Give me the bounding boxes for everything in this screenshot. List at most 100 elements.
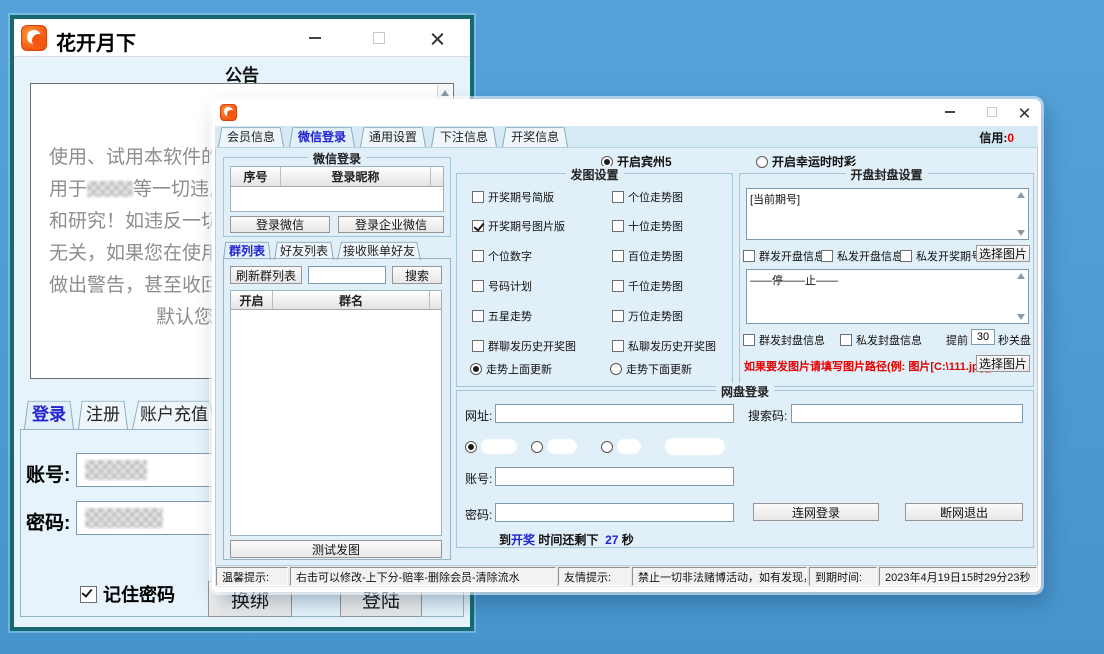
cb-group-open-message[interactable]: 群发开盘信息 [743, 248, 825, 264]
tab-member-info[interactable]: 会员信息 [218, 125, 284, 147]
redacted-password-value [85, 508, 163, 528]
status-tip1-label: 温馨提示: [216, 567, 288, 586]
refresh-group-list-button[interactable]: 刷新群列表 [230, 266, 302, 284]
close-button[interactable] [412, 19, 462, 57]
disconnect-exit-button[interactable]: 断网退出 [905, 503, 1023, 521]
wechat-login-group-title: 微信登录 [308, 150, 366, 167]
credit-label: 信用: [979, 131, 1007, 145]
countdown-draw-link[interactable]: 开奖 [511, 533, 535, 547]
cb-units-trend-image[interactable]: 个位走势图 [612, 189, 683, 205]
cb-hundreds-trend-image[interactable]: 百位走势图 [612, 248, 683, 264]
status-tip1-text: 右击可以修改-上下分-赔率-删除会员-清除流水 [290, 567, 556, 586]
radio-trend-update-top[interactable]: 走势上面更新 [470, 361, 552, 377]
wechat-account-table[interactable]: 序号 登录昵称 [230, 166, 444, 212]
checkbox-mark-icon [612, 191, 624, 203]
search-button[interactable]: 搜索 [392, 266, 442, 284]
column-header-enable[interactable]: 开启 [231, 291, 273, 309]
mode-radio-lucky-ssc[interactable]: 开启幸运时时彩 [756, 153, 856, 170]
close-message-text: ——停——止—— [750, 272, 838, 288]
checkbox-mark-icon [472, 191, 484, 203]
test-send-image-button[interactable]: 测试发图 [230, 540, 442, 558]
login-wechat-button[interactable]: 登录微信 [230, 216, 330, 233]
market-settings-group: 开盘封盘设置 [当前期号] 群发开盘信息 私发开盘信息 私发开奖期号 选择图片 … [739, 173, 1034, 387]
maximize-button[interactable] [972, 99, 1012, 125]
checkbox-mark-icon [472, 220, 484, 232]
cb-group-close-message[interactable]: 群发封盘信息 [743, 332, 825, 348]
arrow-up-icon [1017, 192, 1025, 198]
column-header-nickname[interactable]: 登录昵称 [281, 167, 431, 186]
cb-private-draw-number[interactable]: 私发开奖期号 [900, 248, 982, 264]
tab-bill-friends[interactable]: 接收账单好友 [337, 240, 421, 260]
open-message-textarea[interactable]: [当前期号] [746, 188, 1029, 240]
advance-seconds-input[interactable] [971, 329, 995, 345]
netdisk-login-group: 网盘登录 网址: 搜索码: 账号: 密码: 连网登录 断网退出 到开奖 时间还剩… [456, 390, 1034, 548]
column-header-blank [430, 291, 441, 309]
close-message-textarea[interactable]: ——停——止—— [746, 269, 1029, 324]
cb-private-close-message[interactable]: 私发封盘信息 [840, 332, 922, 348]
search-code-input[interactable] [791, 404, 1023, 423]
netdisk-source-radio-1[interactable] [465, 439, 517, 454]
radio-icon [601, 441, 613, 453]
radio-trend-update-bottom[interactable]: 走势下面更新 [610, 361, 692, 377]
cb-units-digit[interactable]: 个位数字 [472, 248, 532, 264]
minimize-button[interactable] [290, 19, 340, 57]
remember-password-checkbox[interactable]: 记住密码 [80, 581, 175, 607]
netdisk-source-radio-2[interactable] [531, 439, 577, 454]
wechat-login-group: 微信登录 序号 登录昵称 登录微信 登录企业微信 [223, 157, 451, 237]
main-content: 微信登录 序号 登录昵称 登录微信 登录企业微信 群列表 好友列表 接收账单好友… [215, 147, 1038, 566]
tab-friend-list[interactable]: 好友列表 [274, 240, 334, 260]
tab-register[interactable]: 注册 [78, 396, 128, 429]
connect-login-button[interactable]: 连网登录 [753, 503, 879, 521]
draw-countdown: 到开奖 时间还剩下 27 秒 [499, 531, 634, 548]
radio-icon [465, 441, 477, 453]
group-search-input[interactable] [308, 266, 386, 284]
tab-bet-info[interactable]: 下注信息 [431, 125, 497, 147]
radio-icon [470, 363, 482, 375]
choose-image-button-open[interactable]: 选择图片 [976, 245, 1030, 262]
netdisk-account-input[interactable] [495, 467, 734, 486]
column-header-group-name[interactable]: 群名 [273, 291, 430, 309]
checkbox-mark-icon [612, 250, 624, 262]
radio-icon [610, 363, 622, 375]
login-titlebar: 花开月下 [14, 19, 470, 57]
cb-draw-number-simple[interactable]: 开奖期号简版 [472, 189, 554, 205]
netdisk-password-label: 密码: [465, 506, 492, 523]
redacted-radio-label [617, 439, 641, 454]
column-header-index[interactable]: 序号 [231, 167, 281, 186]
tab-recharge[interactable]: 账户充值 [132, 396, 216, 429]
redacted-radio-label [665, 438, 725, 455]
tab-group-list[interactable]: 群列表 [223, 240, 271, 260]
app-logo-icon [220, 104, 237, 121]
cb-group-history-image[interactable]: 群聊发历史开奖图 [472, 338, 576, 354]
group-table[interactable]: 开启 群名 [230, 290, 442, 536]
close-button[interactable] [1010, 99, 1038, 125]
cb-private-history-image[interactable]: 私聊发历史开奖图 [612, 338, 716, 354]
checkbox-mark-icon [743, 334, 755, 346]
tab-draw-info[interactable]: 开奖信息 [502, 125, 568, 147]
tab-general-settings[interactable]: 通用设置 [360, 125, 426, 147]
countdown-prefix: 到 [499, 533, 511, 547]
redacted-radio-label [481, 439, 517, 454]
checkbox-mark-icon [612, 280, 624, 292]
checkbox-mark-icon [472, 250, 484, 262]
url-input[interactable] [495, 404, 734, 423]
arrow-up-icon [1017, 273, 1025, 279]
cb-tenthousands-trend-image[interactable]: 万位走势图 [612, 308, 683, 324]
cb-number-plan[interactable]: 号码计划 [472, 278, 532, 294]
netdisk-source-radio-3[interactable] [601, 439, 641, 454]
maximize-button[interactable] [354, 19, 404, 57]
choose-image-button-close[interactable]: 选择图片 [976, 355, 1030, 372]
redacted-radio-label [547, 439, 577, 454]
cb-draw-number-image[interactable]: 开奖期号图片版 [472, 218, 565, 234]
tab-login[interactable]: 登录 [24, 396, 74, 429]
cb-thousands-trend-image[interactable]: 千位走势图 [612, 278, 683, 294]
cb-tens-trend-image[interactable]: 十位走势图 [612, 218, 683, 234]
netdisk-password-input[interactable] [495, 503, 734, 522]
login-enterprise-wechat-button[interactable]: 登录企业微信 [338, 216, 444, 233]
cb-five-star-trend[interactable]: 五星走势 [472, 308, 532, 324]
checkbox-mark-icon [840, 334, 852, 346]
tab-wechat-login[interactable]: 微信登录 [289, 125, 355, 147]
minimize-button[interactable] [930, 99, 970, 125]
cb-private-open-message[interactable]: 私发开盘信息 [821, 248, 903, 264]
status-expire-label: 到期时间: [809, 567, 877, 586]
